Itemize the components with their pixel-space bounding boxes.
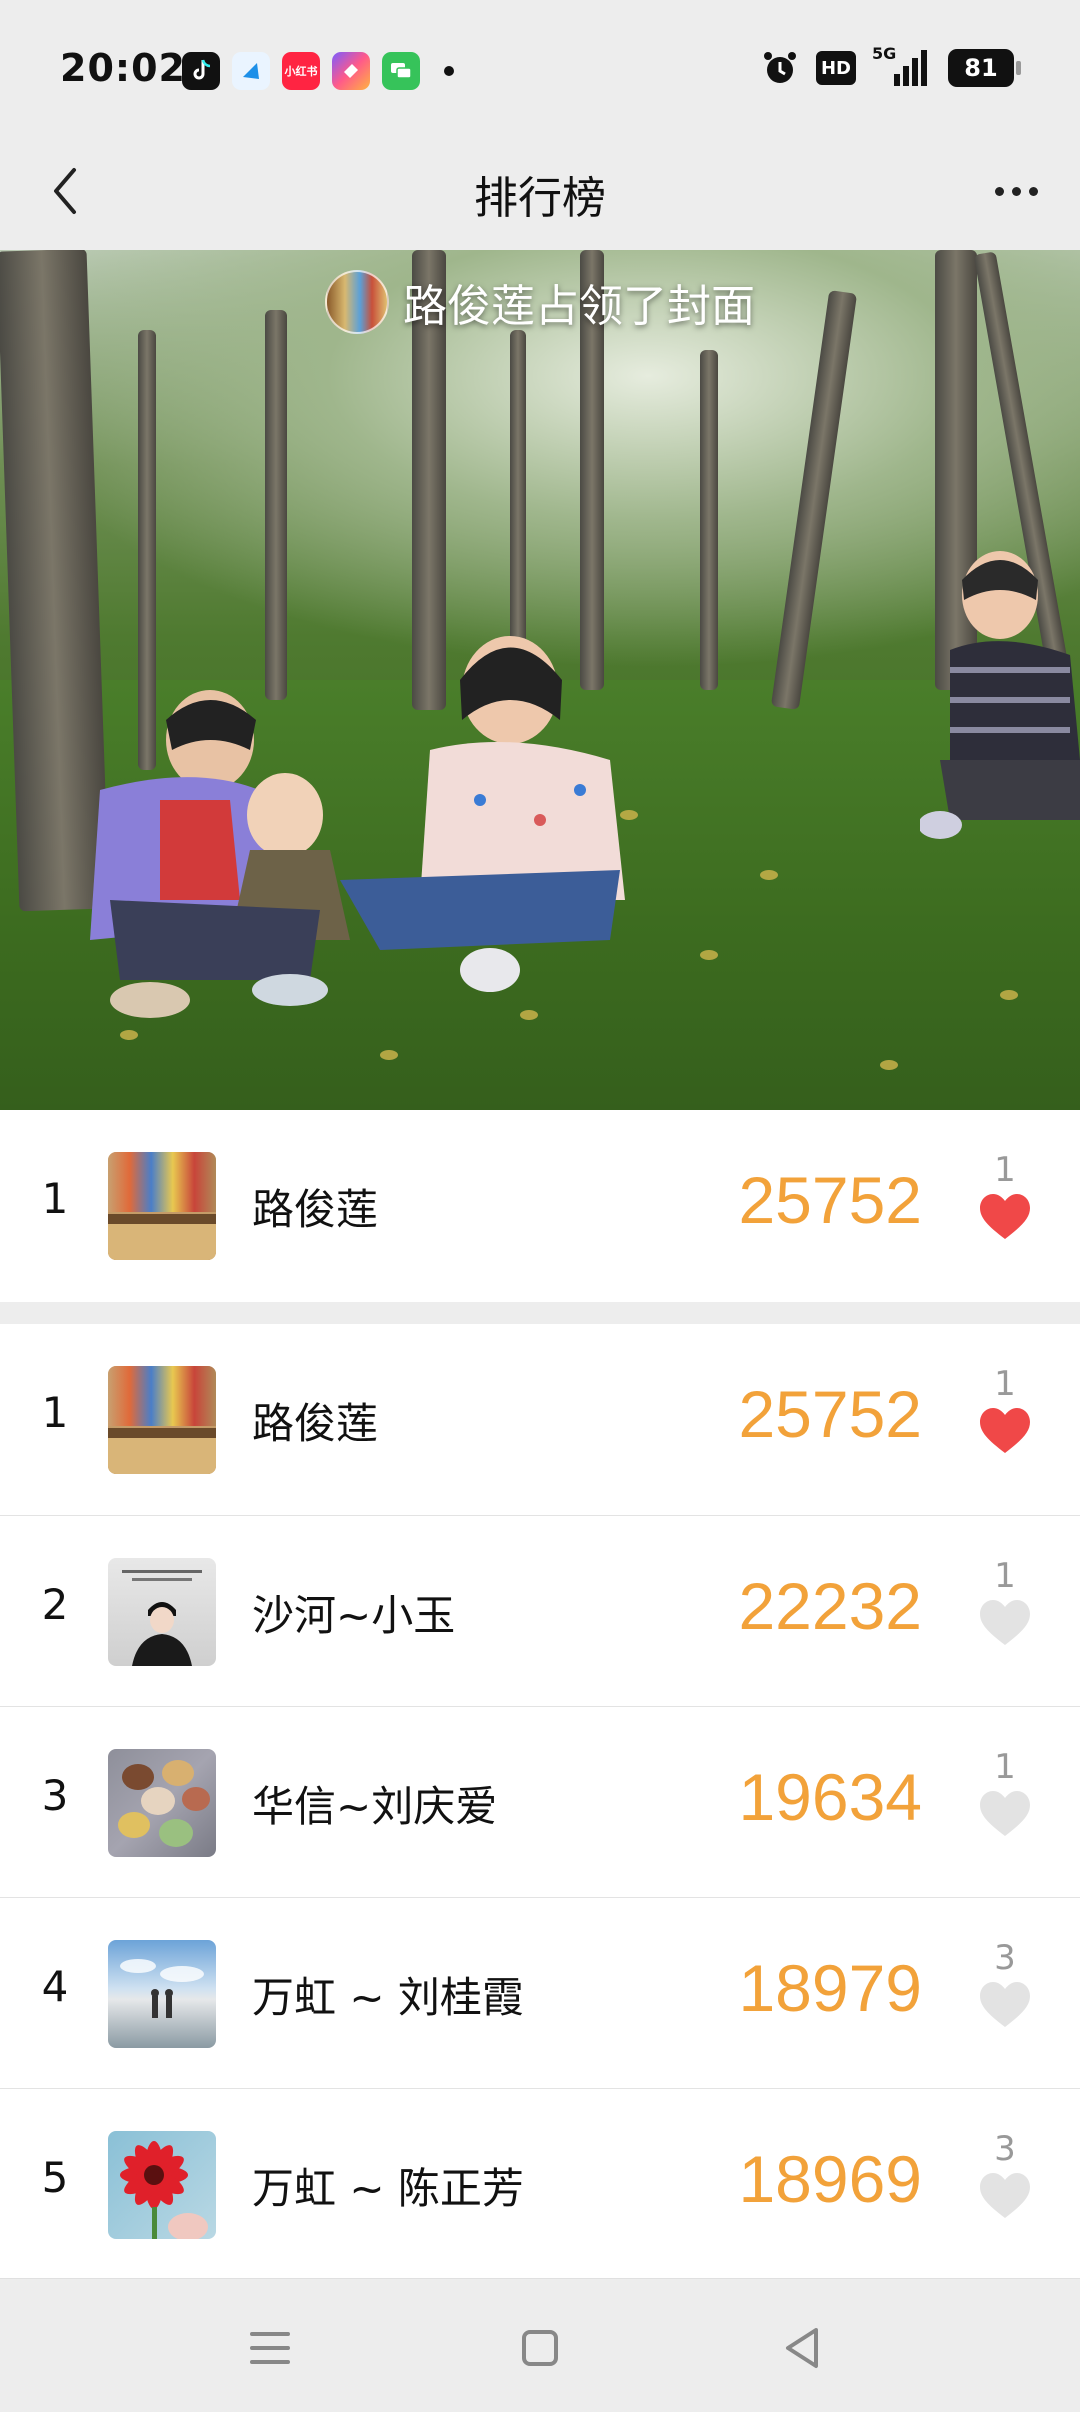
home-button[interactable] bbox=[500, 2313, 580, 2383]
status-time: 20:02 bbox=[60, 46, 186, 90]
user-name: 路俊莲 bbox=[252, 1399, 379, 1448]
list-item[interactable]: 3 华信~刘庆爱 19634 1 bbox=[0, 1706, 1080, 1897]
my-rank-row[interactable]: 1 路俊莲 25752 1 bbox=[0, 1110, 1080, 1302]
leaf bbox=[880, 1060, 898, 1070]
rank-number: 5 bbox=[41, 2153, 69, 2202]
notification-dot bbox=[444, 66, 454, 76]
like-button[interactable]: 1 bbox=[970, 1150, 1040, 1242]
tree-trunk bbox=[700, 350, 718, 690]
like-count: 1 bbox=[994, 1364, 1016, 1404]
xiaohongshu-label: 小红书 bbox=[284, 65, 318, 78]
battery-indicator: 81 bbox=[948, 49, 1021, 87]
like-count: 1 bbox=[994, 1747, 1016, 1787]
rank-number: 3 bbox=[41, 1771, 69, 1820]
list-item[interactable]: 5 万虹 ~ 陈正芳 18969 3 bbox=[0, 2088, 1080, 2279]
avatar[interactable] bbox=[108, 1558, 216, 1666]
xiaohongshu-icon: 小红书 bbox=[282, 52, 320, 90]
heart-outline-icon bbox=[980, 1982, 1030, 2027]
step-count: 18969 bbox=[738, 2142, 922, 2216]
heart-outline-icon bbox=[980, 1600, 1030, 1645]
rank-number: 4 bbox=[41, 1962, 69, 2011]
heart-outline-icon bbox=[980, 1791, 1030, 1836]
cover-banner: 路俊莲占领了封面 bbox=[0, 270, 1080, 334]
signal-icon: 5G bbox=[872, 44, 932, 88]
step-count: 18979 bbox=[738, 1951, 922, 2025]
page-title: 排行榜 bbox=[474, 173, 606, 224]
leaf bbox=[120, 1030, 138, 1040]
more-button[interactable] bbox=[980, 156, 1052, 226]
step-count: 25752 bbox=[738, 1163, 922, 1237]
user-name: 万虹 ~ 陈正芳 bbox=[252, 2164, 524, 2213]
user-name: 万虹 ~ 刘桂霞 bbox=[252, 1973, 524, 2022]
user-name: 沙河~小玉 bbox=[252, 1591, 456, 1640]
like-button[interactable]: 1 bbox=[970, 1364, 1040, 1456]
like-button[interactable]: 3 bbox=[970, 2129, 1040, 2221]
recent-apps-button[interactable] bbox=[230, 2313, 310, 2383]
avatar[interactable] bbox=[108, 1749, 216, 1857]
cover-text: 路俊莲占领了封面 bbox=[403, 281, 755, 332]
like-count: 1 bbox=[994, 1556, 1016, 1596]
alarm-icon bbox=[764, 52, 796, 83]
child-figure bbox=[920, 551, 1080, 839]
step-count: 22232 bbox=[738, 1569, 922, 1643]
like-button[interactable]: 1 bbox=[970, 1747, 1040, 1839]
avatar[interactable] bbox=[108, 2131, 216, 2239]
leaf bbox=[760, 870, 778, 880]
leaf bbox=[700, 950, 718, 960]
list-item[interactable]: 4 万虹 ~ 刘桂霞 18979 3 bbox=[0, 1897, 1080, 2088]
status-bar: 20:02 小红书 HD 5G 81 bbox=[0, 0, 1080, 130]
like-count: 3 bbox=[994, 2129, 1016, 2169]
cover-photo[interactable]: 路俊莲占领了封面 bbox=[0, 250, 1080, 1110]
step-count: 25752 bbox=[738, 1377, 922, 1451]
user-name: 华信~刘庆爱 bbox=[252, 1782, 498, 1831]
avatar[interactable] bbox=[108, 1940, 216, 2048]
status-right: HD 5G 81 bbox=[760, 44, 1021, 88]
child-figure bbox=[90, 690, 350, 1018]
like-count: 1 bbox=[994, 1150, 1016, 1190]
hd-badge: HD bbox=[816, 51, 856, 85]
cover-avatar bbox=[325, 270, 389, 334]
tiktok-icon bbox=[182, 52, 220, 90]
shortcut-app-icon bbox=[332, 52, 370, 90]
system-nav-bar bbox=[0, 2278, 1080, 2412]
like-button[interactable]: 3 bbox=[970, 1938, 1040, 2030]
more-dot bbox=[1028, 186, 1038, 196]
tree-trunk bbox=[265, 310, 287, 700]
like-count: 3 bbox=[994, 1938, 1016, 1978]
avatar[interactable] bbox=[108, 1366, 216, 1474]
header: 排行榜 bbox=[0, 130, 1080, 250]
list-item[interactable]: 1 路俊莲 25752 1 bbox=[0, 1324, 1080, 1515]
more-dot bbox=[994, 186, 1004, 196]
avatar[interactable] bbox=[108, 1152, 216, 1260]
status-app-icons: 小红书 bbox=[182, 52, 454, 90]
list-item[interactable]: 2 沙河~小玉 22232 1 bbox=[0, 1515, 1080, 1706]
menu-icon bbox=[250, 2332, 290, 2364]
user-name: 路俊莲 bbox=[252, 1185, 379, 1234]
back-system-button[interactable] bbox=[762, 2313, 842, 2383]
step-count: 19634 bbox=[738, 1760, 922, 1834]
back-triangle-icon bbox=[786, 2328, 818, 2368]
message-app-icon bbox=[382, 52, 420, 90]
rank-number: 1 bbox=[41, 1174, 69, 1223]
home-square-icon bbox=[522, 2330, 558, 2366]
rank-number: 2 bbox=[41, 1580, 69, 1629]
heart-filled-icon bbox=[980, 1194, 1030, 1239]
like-button[interactable]: 1 bbox=[970, 1556, 1040, 1648]
leaf bbox=[1000, 990, 1018, 1000]
child-figure bbox=[340, 636, 625, 992]
browser-icon bbox=[232, 52, 270, 90]
heart-outline-icon bbox=[980, 2173, 1030, 2218]
more-dot bbox=[1011, 186, 1021, 196]
leaf bbox=[380, 1050, 398, 1060]
leaf bbox=[520, 1010, 538, 1020]
heart-filled-icon bbox=[980, 1408, 1030, 1453]
ranking-list: 1 路俊莲 25752 1 2 沙河~小玉 22232 1 3 华信~刘庆爱 1… bbox=[0, 1324, 1080, 2279]
rank-number: 1 bbox=[41, 1388, 69, 1437]
